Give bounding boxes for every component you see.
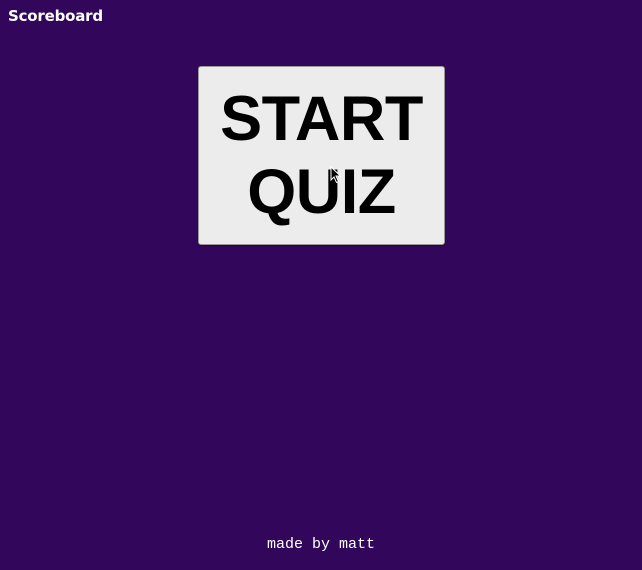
start-quiz-button-label: START QUIZ [220,83,423,229]
footer-credit: made by matt [266,536,376,553]
mouse-pointer-icon [330,166,342,184]
start-label-line1: START [220,83,423,154]
start-label-line2: QUIZ [247,156,396,227]
start-quiz-button[interactable]: START QUIZ [198,66,445,245]
scoreboard-link[interactable]: Scoreboard [8,7,103,25]
